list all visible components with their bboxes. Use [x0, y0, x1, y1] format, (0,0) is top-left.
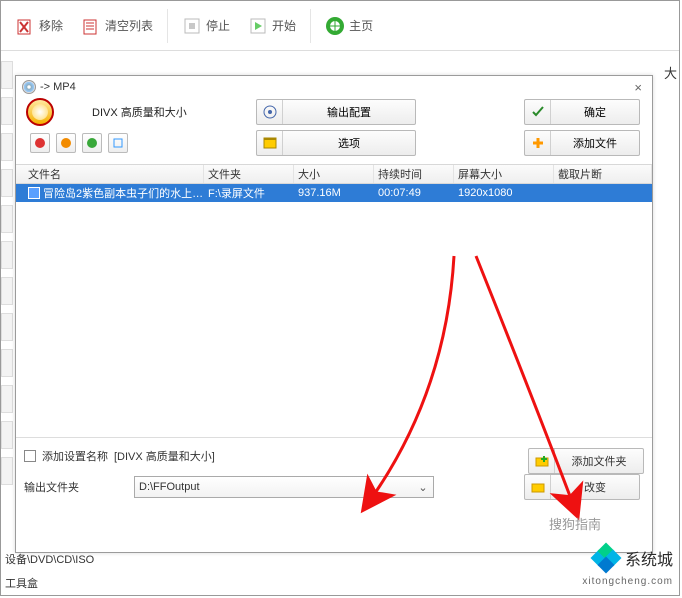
category-devices[interactable]: 设备\DVD\CD\ISO: [5, 551, 94, 567]
film-icon: [257, 131, 283, 155]
mini-play-icon[interactable]: [82, 133, 102, 153]
cell-filename: 冒险岛2紫色副本虫子们的水上乐园水...: [24, 185, 204, 201]
check-icon: [525, 100, 551, 124]
output-folder-value: D:\FFOutput: [139, 481, 200, 493]
home-label: 主页: [349, 17, 373, 34]
folder-plus-icon: [529, 449, 555, 473]
output-folder-combo[interactable]: D:\FFOutput ⌄: [134, 476, 434, 498]
mini-delete-icon[interactable]: [30, 133, 50, 153]
add-settings-label: 添加设置名称: [42, 448, 108, 464]
category-tools[interactable]: 工具盒: [5, 575, 38, 591]
dialog-titlebar: -> MP4 ×: [16, 76, 652, 98]
remove-button[interactable]: 移除: [11, 12, 67, 40]
start-button[interactable]: 开始: [244, 12, 300, 40]
file-icon: [28, 187, 40, 199]
watermark-url: xitongcheng.com: [582, 576, 673, 587]
add-folder-label: 添加文件夹: [555, 453, 643, 469]
list-header: 文件名 文件夹 大小 持续时间 屏幕大小 截取片断: [16, 164, 652, 184]
ok-label: 确定: [551, 104, 639, 120]
cell-duration: 00:07:49: [374, 187, 454, 199]
stop-icon: [182, 16, 202, 36]
cell-size: 937.16M: [294, 187, 374, 199]
add-folder-button[interactable]: 添加文件夹: [528, 448, 644, 474]
options-label: 选项: [283, 135, 415, 151]
profile-label: DIVX 高质量和大小: [92, 104, 187, 120]
home-icon: [325, 16, 345, 36]
separator: [310, 9, 311, 43]
remove-icon: [15, 16, 35, 36]
mini-stop-icon[interactable]: [56, 133, 76, 153]
list-body[interactable]: [16, 202, 652, 438]
change-label: 改变: [551, 479, 639, 495]
mini-info-icon[interactable]: [108, 133, 128, 153]
mini-toolbar: [24, 133, 248, 153]
watermark-hint: 搜狗指南: [549, 514, 601, 533]
change-button[interactable]: 改变: [524, 474, 640, 500]
clear-icon: [81, 16, 101, 36]
dialog-title: -> MP4: [40, 81, 76, 93]
output-config-label: 输出配置: [283, 104, 415, 120]
app-icon: [22, 80, 36, 94]
add-settings-value: [DIVX 高质量和大小]: [114, 448, 215, 464]
cell-screen: 1920x1080: [454, 187, 554, 199]
format-icon: [26, 98, 54, 126]
output-folder-label: 输出文件夹: [24, 479, 124, 495]
col-folder[interactable]: 文件夹: [204, 165, 294, 183]
stop-label: 停止: [206, 17, 230, 34]
table-row[interactable]: 冒险岛2紫色副本虫子们的水上乐园水... F:\录屏文件 937.16M 00:…: [16, 184, 652, 202]
col-size[interactable]: 大小: [294, 165, 374, 183]
edge-text: 大: [664, 63, 677, 82]
options-button[interactable]: 选项: [256, 130, 416, 156]
watermark: 系统城: [593, 545, 673, 571]
left-format-gutter: [1, 61, 13, 581]
folder-icon: [525, 475, 551, 499]
remove-label: 移除: [39, 17, 63, 34]
home-button[interactable]: 主页: [321, 12, 377, 40]
cell-folder: F:\录屏文件: [204, 185, 294, 201]
add-file-button[interactable]: 添加文件: [524, 130, 640, 156]
stop-button[interactable]: 停止: [178, 12, 234, 40]
close-icon[interactable]: ×: [630, 80, 646, 95]
gear-icon: [257, 100, 283, 124]
col-clip[interactable]: 截取片断: [554, 165, 652, 183]
start-label: 开始: [272, 17, 296, 34]
plus-icon: [525, 131, 551, 155]
start-icon: [248, 16, 268, 36]
chevron-down-icon[interactable]: ⌄: [415, 479, 431, 495]
watermark-text: 系统城: [625, 546, 673, 570]
col-filename[interactable]: 文件名: [24, 165, 204, 183]
main-toolbar: 移除 清空列表 停止 开始 主页: [1, 1, 679, 51]
col-screen[interactable]: 屏幕大小: [454, 165, 554, 183]
output-config-button[interactable]: 输出配置: [256, 99, 416, 125]
clear-label: 清空列表: [105, 17, 153, 34]
convert-dialog: -> MP4 × DIVX 高质量和大小 输出配置 确定: [15, 75, 653, 553]
add-file-label: 添加文件: [551, 135, 639, 151]
clear-button[interactable]: 清空列表: [77, 12, 157, 40]
col-duration[interactable]: 持续时间: [374, 165, 454, 183]
ok-button[interactable]: 确定: [524, 99, 640, 125]
separator: [167, 9, 168, 43]
add-settings-checkbox[interactable]: [24, 450, 36, 462]
watermark-logo-icon: [593, 545, 619, 571]
